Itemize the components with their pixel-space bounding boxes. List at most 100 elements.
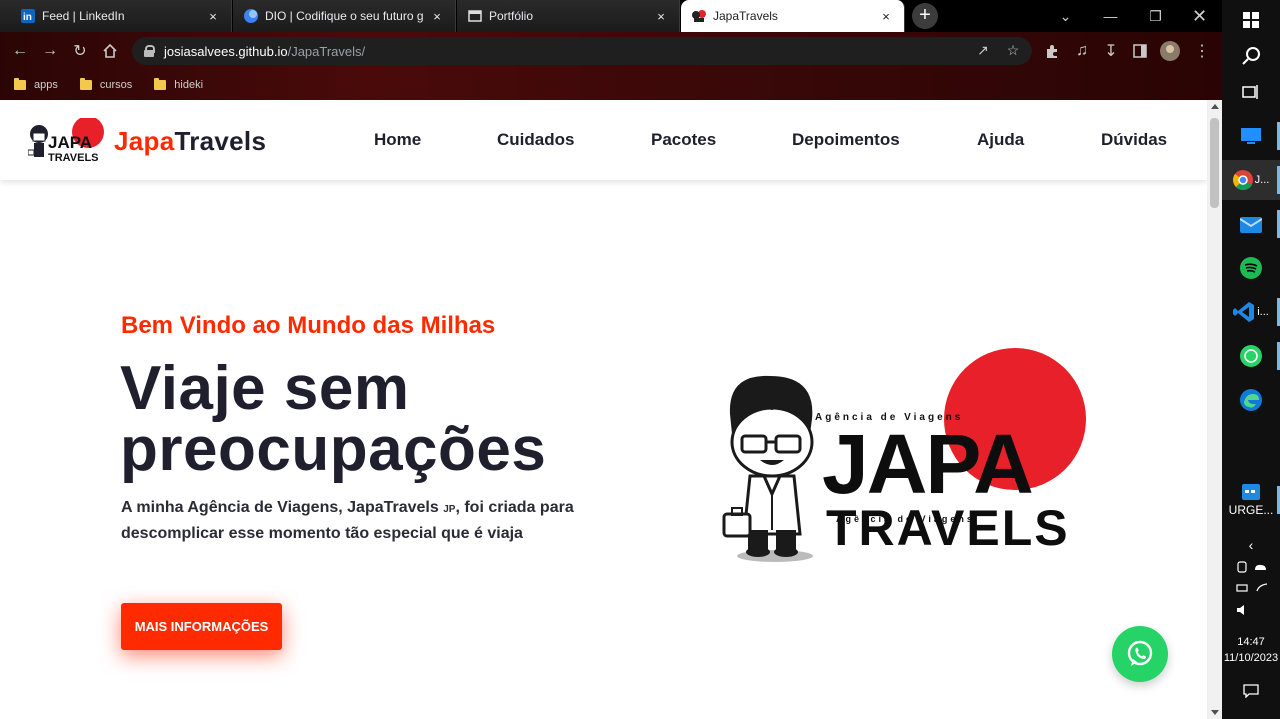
task-view-icon[interactable] bbox=[1222, 72, 1280, 112]
close-tab-icon[interactable]: × bbox=[205, 9, 221, 24]
page-viewport: JAPA TRAVELS JapaTravels Home Cuidados P… bbox=[0, 100, 1207, 719]
linkedin-icon: in bbox=[20, 8, 36, 24]
chrome-icon bbox=[1232, 170, 1253, 190]
vscode-icon bbox=[1233, 302, 1255, 322]
scrollbar-thumb[interactable] bbox=[1210, 118, 1219, 208]
bookmark-label: hideki bbox=[174, 79, 204, 91]
svg-text:in: in bbox=[23, 12, 32, 23]
scroll-up-icon[interactable] bbox=[1211, 104, 1219, 109]
search-icon[interactable] bbox=[1222, 36, 1280, 76]
taskbar-app-mail[interactable] bbox=[1222, 204, 1280, 244]
new-tab-button[interactable]: + bbox=[912, 3, 938, 29]
close-window-icon[interactable]: ✕ bbox=[1177, 0, 1222, 32]
brand-logo: JAPA TRAVELS bbox=[28, 118, 104, 164]
tab-title: Portfólio bbox=[489, 9, 534, 23]
whatsapp-button[interactable] bbox=[1112, 626, 1168, 682]
svg-text:TRAVELS: TRAVELS bbox=[48, 152, 99, 164]
screen: in Feed | LinkedIn × DIO | Codifique o s… bbox=[0, 0, 1280, 719]
tab-linkedin[interactable]: in Feed | LinkedIn × bbox=[0, 0, 232, 32]
taskbar-app-chrome[interactable]: J... bbox=[1222, 160, 1280, 200]
nav-ajuda[interactable]: Ajuda bbox=[977, 130, 1024, 150]
site-header: JAPA TRAVELS JapaTravels Home Cuidados P… bbox=[0, 100, 1207, 180]
start-button[interactable] bbox=[1222, 0, 1280, 40]
bookmark-folder[interactable]: cursos bbox=[79, 78, 133, 91]
star-icon[interactable]: ☆ bbox=[1004, 42, 1022, 60]
back-icon[interactable]: ← bbox=[8, 39, 32, 63]
clock-date[interactable]: 11/10/2023 bbox=[1222, 652, 1280, 664]
taskbar-app-monitor[interactable] bbox=[1222, 116, 1280, 156]
nav-depoimentos[interactable]: Depoimentos bbox=[792, 130, 900, 150]
taskbar-app-urgent[interactable]: URGE... bbox=[1222, 478, 1280, 522]
lock-icon bbox=[144, 45, 155, 57]
dio-icon bbox=[243, 8, 259, 24]
share-icon[interactable]: ↗ bbox=[974, 42, 992, 60]
tab-japatravels[interactable]: JapaTravels × bbox=[681, 0, 905, 32]
nav-duvidas[interactable]: Dúvidas bbox=[1101, 130, 1167, 150]
close-tab-icon[interactable]: × bbox=[429, 9, 445, 24]
mascot-illustration bbox=[722, 375, 814, 562]
hero-title-line: Viaje sem bbox=[120, 354, 410, 423]
taskbar-app-label: i... bbox=[1257, 306, 1269, 318]
taskbar-app-label: J... bbox=[1254, 174, 1270, 186]
download-icon[interactable]: ↧ bbox=[1099, 39, 1123, 63]
nav-home[interactable]: Home bbox=[374, 130, 421, 150]
address-bar[interactable]: josiasalvees.github.io/JapaTravels/ ↗ ☆ bbox=[132, 37, 1032, 65]
chevron-left-icon[interactable]: ‹ bbox=[1222, 537, 1280, 553]
bookmark-folder[interactable]: hideki bbox=[154, 78, 204, 91]
page-scrollbar[interactable] bbox=[1207, 100, 1222, 719]
restore-icon[interactable]: ❐ bbox=[1133, 0, 1178, 32]
nav-cuidados[interactable]: Cuidados bbox=[497, 130, 574, 150]
taskbar-app-edge[interactable] bbox=[1222, 380, 1280, 420]
extensions-icon[interactable] bbox=[1040, 39, 1064, 63]
svg-text:JAPA: JAPA bbox=[48, 133, 92, 152]
nav-pacotes[interactable]: Pacotes bbox=[651, 130, 716, 150]
close-tab-icon[interactable]: × bbox=[878, 9, 894, 24]
reload-icon[interactable]: ↻ bbox=[68, 39, 92, 63]
hero-desc-text: A minha Agência de Viagens, JapaTravels bbox=[121, 499, 444, 516]
folder-icon bbox=[14, 78, 26, 90]
mail-icon bbox=[1240, 217, 1262, 233]
media-icon[interactable]: ♫ bbox=[1070, 39, 1094, 63]
japatravels-icon bbox=[691, 8, 707, 24]
sidepanel-icon[interactable] bbox=[1128, 39, 1152, 63]
tray-icons[interactable] bbox=[1222, 560, 1280, 623]
windows-taskbar: J... i... URGE... ‹ 14:47 11/10/2023 bbox=[1222, 0, 1280, 719]
tab-title: JapaTravels bbox=[713, 9, 778, 23]
profile-avatar[interactable] bbox=[1158, 39, 1182, 63]
bookmarks-bar: apps cursos hideki bbox=[0, 70, 1222, 100]
taskbar-app-vscode[interactable]: i... bbox=[1222, 292, 1280, 332]
brand-name: JapaTravels bbox=[114, 126, 266, 157]
folder-icon bbox=[79, 78, 92, 90]
portfolio-icon bbox=[467, 8, 483, 24]
tab-title: DIO | Codifique o seu futuro glo bbox=[265, 9, 423, 23]
bookmark-label: apps bbox=[34, 79, 58, 91]
tab-portfolio[interactable]: Portfólio × bbox=[457, 0, 680, 32]
bookmark-folder[interactable]: apps bbox=[14, 78, 58, 91]
hero-desc-text: descomplicar esse momento tão especial q… bbox=[121, 525, 523, 542]
url-host: josiasalvees.github.io bbox=[164, 43, 288, 59]
bookmark-label: cursos bbox=[99, 79, 133, 91]
browser-tab-strip: in Feed | LinkedIn × DIO | Codifique o s… bbox=[0, 0, 1222, 32]
whatsapp-icon bbox=[1127, 640, 1153, 666]
forward-icon[interactable]: → bbox=[38, 39, 62, 63]
tab-title: Feed | LinkedIn bbox=[42, 9, 125, 23]
brand[interactable]: JAPA TRAVELS JapaTravels bbox=[28, 118, 266, 164]
more-info-button[interactable]: MAIS INFORMAÇÕES bbox=[121, 603, 282, 650]
minimize-icon[interactable]: — bbox=[1088, 0, 1133, 32]
clock-time[interactable]: 14:47 bbox=[1222, 636, 1280, 648]
taskbar-app-spotify[interactable] bbox=[1222, 248, 1280, 288]
taskbar-app-whatsapp[interactable] bbox=[1222, 336, 1280, 376]
menu-icon[interactable]: ⋮ bbox=[1190, 39, 1214, 63]
spotify-icon bbox=[1240, 257, 1262, 279]
notification-icon[interactable] bbox=[1222, 684, 1280, 701]
scroll-down-icon[interactable] bbox=[1211, 710, 1219, 715]
brand-name-accent: Japa bbox=[114, 125, 175, 156]
hero-title: Viaje sem preocupações bbox=[120, 354, 546, 481]
folder-icon bbox=[154, 78, 167, 90]
home-icon[interactable] bbox=[98, 39, 122, 63]
url-path: /JapaTravels/ bbox=[287, 43, 366, 59]
chevron-down-icon[interactable]: ⌄ bbox=[1043, 0, 1088, 32]
close-tab-icon[interactable]: × bbox=[653, 9, 669, 24]
edge-icon bbox=[1240, 389, 1262, 411]
tab-dio[interactable]: DIO | Codifique o seu futuro glo × bbox=[233, 0, 456, 32]
